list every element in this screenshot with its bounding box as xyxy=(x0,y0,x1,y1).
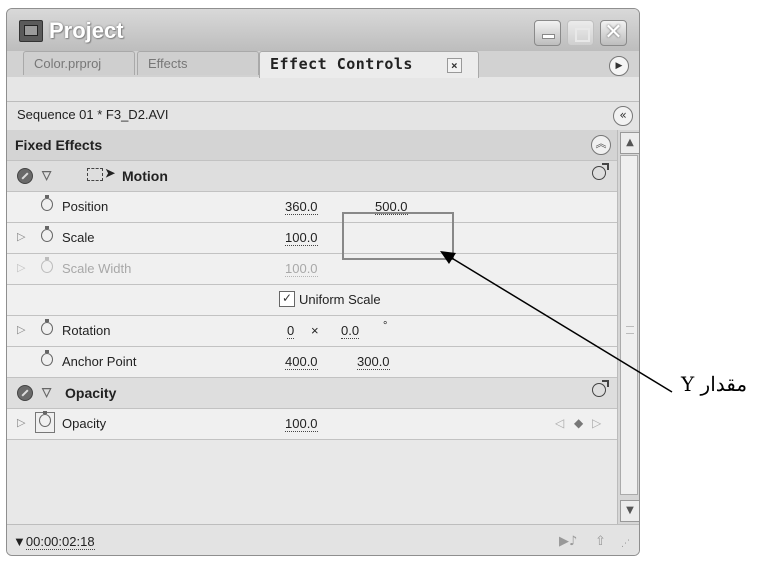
y-value-annotation: مقدار Y xyxy=(681,372,748,396)
annotation-arrow xyxy=(440,251,673,393)
